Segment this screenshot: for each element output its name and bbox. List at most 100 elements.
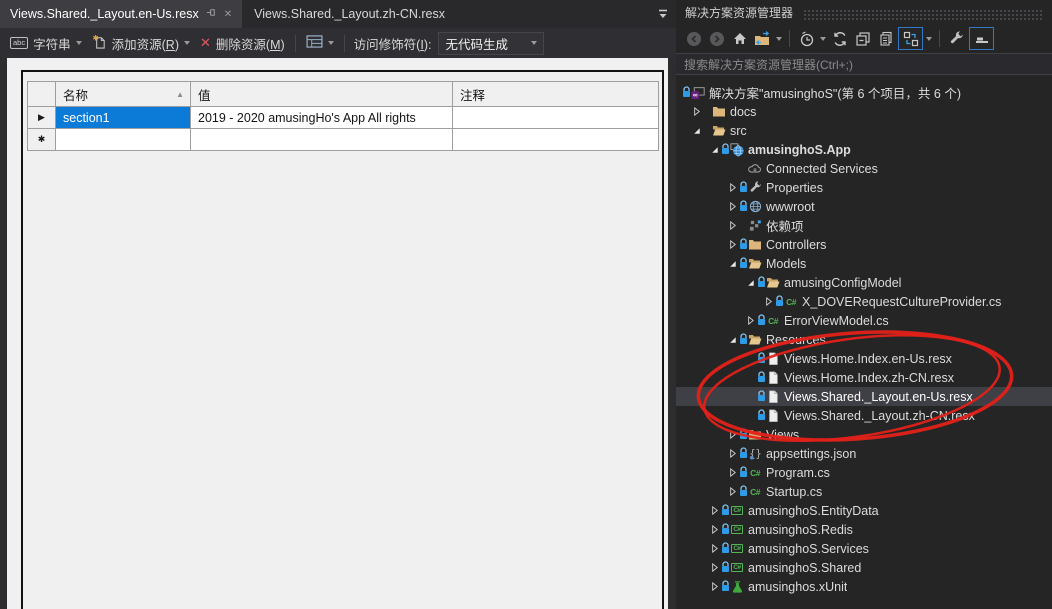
- remove-resource-button[interactable]: ✕ 删除资源(M): [195, 31, 290, 55]
- tree-item[interactable]: ∞ 解决方案"amusinghoS"(第 6 个项目，共 6 个): [676, 83, 1052, 102]
- chevron-collapsed-icon[interactable]: [726, 219, 739, 232]
- column-header[interactable]: 值: [190, 81, 453, 107]
- back-button[interactable]: [683, 28, 704, 49]
- tree-item-label: Program.cs: [766, 465, 830, 480]
- string-type-button[interactable]: abc 字符串: [5, 31, 87, 55]
- tree-item[interactable]: wwwroot: [676, 197, 1052, 216]
- cell-comment[interactable]: [452, 106, 659, 129]
- preview-copy-button[interactable]: [875, 28, 896, 49]
- chevron-collapsed-icon[interactable]: [726, 238, 739, 251]
- current-row-marker[interactable]: ▶: [27, 106, 56, 129]
- tree-item[interactable]: C# Startup.cs: [676, 482, 1052, 501]
- tab-views-shared-layout-zh-cn[interactable]: Views.Shared._Layout.zh-CN.resx: [244, 0, 455, 28]
- chevron-expanded-icon[interactable]: [744, 276, 757, 289]
- tree-item[interactable]: C# ErrorViewModel.cs: [676, 311, 1052, 330]
- chevron-expanded-icon[interactable]: [690, 124, 703, 137]
- chevron-down-icon: [531, 41, 538, 45]
- tree-item[interactable]: amusingConfigModel: [676, 273, 1052, 292]
- empty-cell[interactable]: [55, 128, 191, 151]
- chevron-expanded-icon[interactable]: [708, 143, 721, 156]
- solution-search-input[interactable]: 搜索解决方案资源管理器(Ctrl+;): [676, 53, 1052, 75]
- chevron-collapsed-icon[interactable]: [708, 504, 721, 517]
- dropdown-caret-icon[interactable]: [818, 36, 828, 41]
- row-selector-header[interactable]: [27, 81, 56, 107]
- refresh-button[interactable]: [829, 28, 850, 49]
- chevron-collapsed-icon[interactable]: [762, 295, 775, 308]
- empty-cell[interactable]: [190, 128, 453, 151]
- tree-item[interactable]: C# amusinghoS.Shared: [676, 558, 1052, 577]
- tree-item[interactable]: Views.Shared._Layout.en-Us.resx: [676, 387, 1052, 406]
- tree-item[interactable]: Views.Home.Index.zh-CN.resx: [676, 368, 1052, 387]
- dropdown-caret-icon[interactable]: [924, 36, 934, 41]
- tree-item[interactable]: 依赖项: [676, 216, 1052, 235]
- chevron-collapsed-icon[interactable]: [708, 523, 721, 536]
- cell-name[interactable]: section1: [55, 106, 191, 129]
- dropdown-caret-icon[interactable]: [774, 36, 784, 41]
- chevron-collapsed-icon[interactable]: [726, 466, 739, 479]
- close-icon[interactable]: ✕: [224, 9, 232, 20]
- chevron-collapsed-icon[interactable]: [726, 447, 739, 460]
- resource-editor-toolbar: abc 字符串 ✱ 添加资源(R) ✕ 删除资源(M) 访问修饰符(I): 无代…: [0, 28, 676, 58]
- tree-item[interactable]: Views: [676, 425, 1052, 444]
- chevron-collapsed-icon[interactable]: [726, 181, 739, 194]
- tree-item[interactable]: Connected Services: [676, 159, 1052, 178]
- pending-changes-filter-button[interactable]: [796, 28, 817, 49]
- chevron-collapsed-icon[interactable]: [726, 485, 739, 498]
- tab-views-shared-layout-en-us[interactable]: Views.Shared._Layout.en-Us.resx ✕: [0, 0, 243, 28]
- document-list-icon[interactable]: [657, 0, 669, 28]
- tree-item[interactable]: Resources: [676, 330, 1052, 349]
- toolbar-separator: [789, 30, 790, 47]
- tree-item[interactable]: C# amusinghoS.Redis: [676, 520, 1052, 539]
- chevron-collapsed-icon[interactable]: [708, 561, 721, 574]
- chevron-collapsed-icon[interactable]: [708, 542, 721, 555]
- forward-button[interactable]: [706, 28, 727, 49]
- lock-icon: [775, 295, 784, 309]
- tree-item-label: Connected Services: [766, 161, 878, 176]
- preview-selected-items-button[interactable]: [969, 27, 994, 50]
- column-header[interactable]: 注释: [452, 81, 659, 107]
- sync-with-active-document-button[interactable]: [898, 27, 923, 50]
- tree-item[interactable]: C# Program.cs: [676, 463, 1052, 482]
- tree-item[interactable]: src: [676, 121, 1052, 140]
- abc-icon: abc: [10, 37, 29, 49]
- tree-item[interactable]: Views.Home.Index.en-Us.resx: [676, 349, 1052, 368]
- chevron-collapsed-icon[interactable]: [708, 580, 721, 593]
- tree-item[interactable]: C# X_DOVERequestCultureProvider.cs: [676, 292, 1052, 311]
- chevron-collapsed-icon[interactable]: [726, 200, 739, 213]
- chevron-expanded-icon[interactable]: [726, 333, 739, 346]
- tree-item[interactable]: C# amusinghoS.Services: [676, 539, 1052, 558]
- file-icon: [766, 370, 780, 385]
- tree-item[interactable]: docs: [676, 102, 1052, 121]
- column-header[interactable]: 名称 ▲: [55, 81, 191, 107]
- tree-item[interactable]: Properties: [676, 178, 1052, 197]
- new-row-marker[interactable]: ✱: [27, 128, 56, 151]
- tree-item[interactable]: amusinghos.xUnit: [676, 577, 1052, 596]
- pin-icon[interactable]: [206, 7, 217, 21]
- panel-title-bar[interactable]: 解决方案资源管理器: [676, 0, 1052, 24]
- collapse-all-button[interactable]: [852, 28, 873, 49]
- lock-icon: [739, 333, 748, 347]
- tree-item-label: amusinghoS.Shared: [748, 560, 862, 575]
- grid-view-button[interactable]: [301, 31, 339, 55]
- add-resource-button[interactable]: ✱ 添加资源(R): [87, 31, 195, 55]
- lock-icon: [721, 143, 730, 157]
- chevron-collapsed-icon[interactable]: [744, 314, 757, 327]
- chevron-down-icon: [327, 41, 334, 45]
- chevron-collapsed-icon[interactable]: [690, 105, 703, 118]
- tree-item[interactable]: {} appsettings.json: [676, 444, 1052, 463]
- switch-views-button[interactable]: [752, 28, 773, 49]
- home-button[interactable]: [729, 28, 750, 49]
- tree-item[interactable]: Controllers: [676, 235, 1052, 254]
- chevron-collapsed-icon[interactable]: [726, 428, 739, 441]
- tree-item[interactable]: amusinghoS.App: [676, 140, 1052, 159]
- tree-item[interactable]: Models: [676, 254, 1052, 273]
- tree-item[interactable]: C# amusinghoS.EntityData: [676, 501, 1052, 520]
- empty-cell[interactable]: [452, 128, 659, 151]
- chevron-expanded-icon[interactable]: [726, 257, 739, 270]
- access-modifier-select[interactable]: 无代码生成: [438, 31, 545, 55]
- properties-button[interactable]: [946, 28, 967, 49]
- cell-value[interactable]: 2019 - 2020 amusingHo's App All rights: [190, 106, 453, 129]
- folder-open-icon: [712, 123, 726, 138]
- tree-item[interactable]: Views.Shared._Layout.zh-CN.resx: [676, 406, 1052, 425]
